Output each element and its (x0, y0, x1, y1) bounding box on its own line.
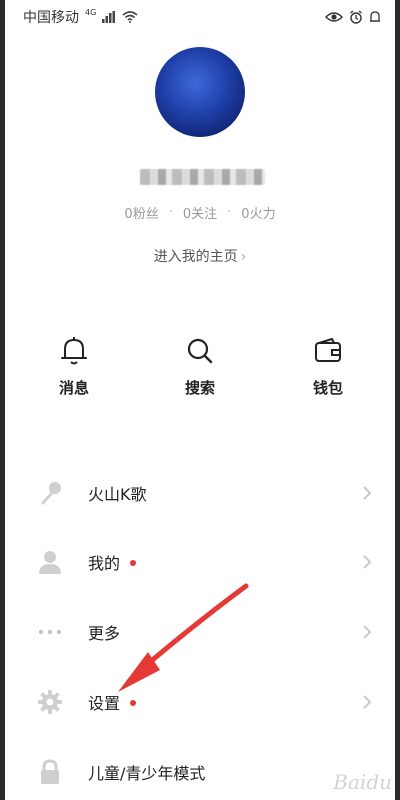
shortcut-row: 消息 搜索 钱包 (0, 335, 400, 405)
carrier-name: 中国移动 (23, 10, 79, 26)
notification-dot (130, 559, 137, 566)
chevron-right-icon (363, 625, 372, 639)
stat-label: 火力 (249, 207, 276, 222)
menu-item-mine[interactable]: 我的 (0, 542, 400, 582)
chevron-right-icon (363, 555, 372, 569)
bell-icon (61, 337, 87, 365)
shortcut-wallet[interactable]: 钱包 (288, 335, 368, 398)
menu-label: 火山K歌 (88, 485, 147, 504)
menu-label: 设置 (88, 690, 137, 714)
username-blurred (140, 169, 265, 185)
wifi-icon (122, 11, 138, 23)
enter-homepage-link[interactable]: 进入我的主页 › (0, 246, 400, 266)
shortcut-label: 消息 (58, 379, 89, 397)
search-icon (187, 338, 213, 364)
stat-value: 0 (124, 207, 133, 222)
menu-label-text: 设置 (88, 694, 121, 713)
stat-firepower[interactable]: 0火力 (241, 203, 275, 222)
chevron-right-icon: › (240, 249, 247, 265)
homepage-link-label: 进入我的主页 (153, 249, 238, 265)
eye-icon (325, 12, 343, 22)
network-type: 4G (85, 7, 97, 17)
separator-dot: · (168, 205, 173, 220)
separator-dot: · (227, 205, 232, 220)
profile-stats: 0粉丝 · 0关注 · 0火力 (0, 203, 400, 222)
status-bar: 中国移动 4G (5, 0, 395, 34)
shortcut-search[interactable]: 搜索 (160, 335, 240, 398)
chevron-right-icon (363, 486, 372, 500)
menu-item-karaoke[interactable]: 火山K歌 (0, 473, 400, 513)
signal-icon (102, 11, 116, 23)
avatar[interactable] (155, 47, 245, 137)
menu-label: 儿童/青少年模式 (88, 764, 206, 783)
gear-icon (36, 688, 64, 716)
stat-value: 0 (182, 207, 192, 222)
alarm-clock-icon (350, 10, 362, 24)
stat-label: 粉丝 (132, 207, 159, 222)
stat-followers[interactable]: 0粉丝 (124, 203, 158, 222)
menu-label-text: 我的 (88, 554, 121, 573)
stat-value: 0 (241, 207, 250, 222)
more-dots-icon (36, 618, 64, 646)
notification-icon (370, 11, 380, 22)
lock-icon (36, 758, 64, 786)
watermark-logo: Baidu (333, 770, 392, 794)
stat-following[interactable]: 0关注 (183, 203, 217, 222)
menu-item-settings[interactable]: 设置 (0, 682, 400, 722)
stat-label: 关注 (191, 207, 218, 222)
menu-item-more[interactable]: 更多 (0, 612, 400, 652)
microphone-icon (36, 479, 64, 507)
wallet-icon (315, 338, 341, 362)
notification-dot (130, 699, 137, 706)
chevron-right-icon (363, 695, 372, 709)
menu-label: 我的 (88, 550, 137, 574)
person-icon (36, 548, 64, 576)
shortcut-label: 钱包 (312, 379, 343, 397)
shortcut-messages[interactable]: 消息 (34, 335, 114, 398)
shortcut-label: 搜索 (184, 379, 215, 397)
menu-label: 更多 (88, 624, 121, 643)
